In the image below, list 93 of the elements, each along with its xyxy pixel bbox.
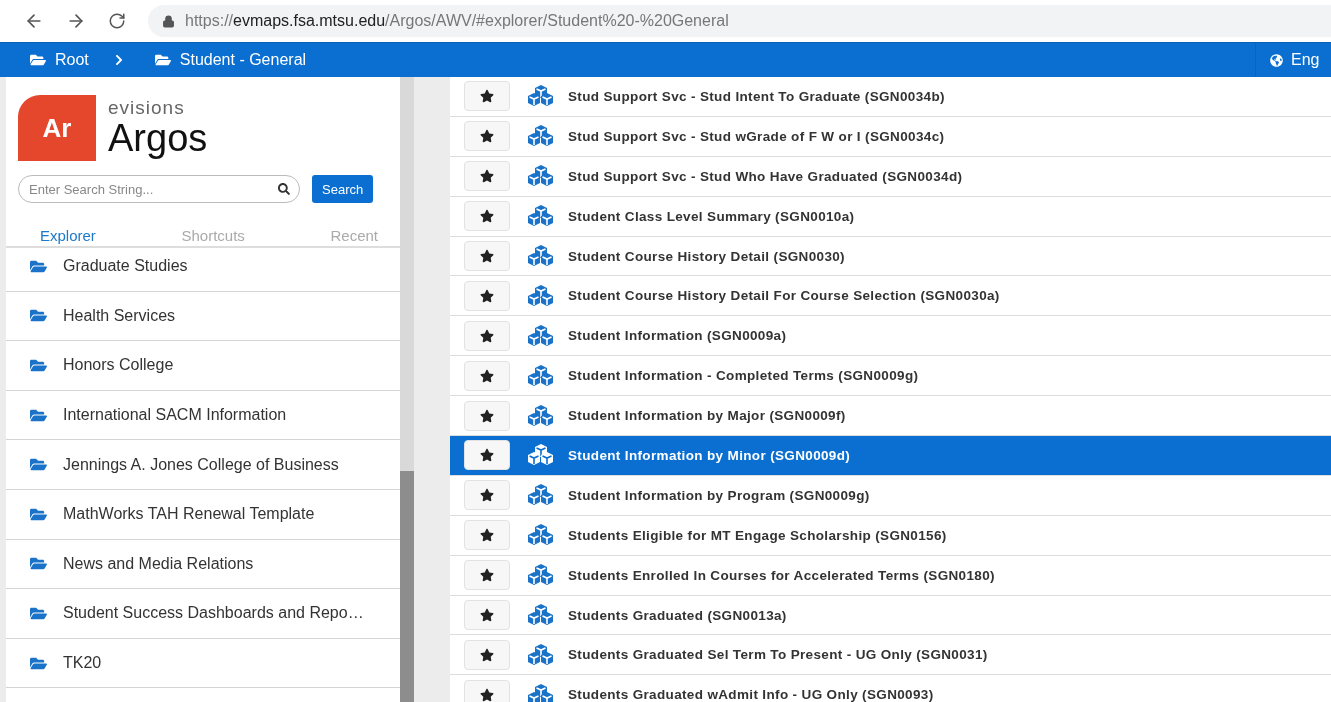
folder-name[interactable]: International SACM Information	[63, 406, 287, 425]
scrollbar-thumb[interactable]	[400, 471, 414, 702]
brand-name: evisions	[108, 98, 186, 118]
cubes-icon	[528, 564, 554, 587]
report-name: Student Course History Detail For Course Selection (SGN0030a)	[568, 288, 1000, 304]
address-bar[interactable]: https://evmaps.fsa.mtsu.edu/Argos/AWV/#explorer/Student%20-%20General	[148, 5, 1331, 37]
cubes-icon	[528, 404, 554, 427]
reload-button[interactable]	[108, 12, 126, 30]
breadcrumb-link[interactable]: Student - General	[154, 51, 307, 69]
star-icon	[480, 647, 494, 662]
favorite-button[interactable]	[464, 161, 510, 192]
cubes-icon	[528, 324, 554, 347]
search-button[interactable]: Search	[312, 175, 374, 203]
cubes-icon	[528, 604, 554, 626]
report-name: Stud Support Svc - Stud Who Have Graduated (SGN0034d)	[568, 168, 963, 184]
cubes-icon	[528, 524, 554, 547]
cubes-icon	[528, 444, 554, 467]
star-icon	[480, 528, 494, 543]
favorite-button[interactable]	[464, 679, 510, 702]
folder-name[interactable]: Graduate Studies	[63, 257, 188, 276]
star-icon	[480, 129, 494, 144]
report-name: Students Graduated wAdmit Info - UG Only (SGN0093)	[568, 687, 934, 702]
star-icon	[480, 249, 494, 263]
cubes-icon	[528, 165, 554, 188]
favorite-button[interactable]	[464, 480, 510, 511]
cubes-icon	[528, 85, 554, 108]
star-icon	[480, 368, 494, 383]
star-icon	[480, 89, 494, 104]
cubes-icon	[528, 205, 554, 228]
tab[interactable]: Explorer	[40, 227, 96, 244]
favorite-button[interactable]	[464, 360, 510, 391]
report-name: Student Information by Major (SGN0009f)	[568, 408, 846, 424]
report-name: Student Information by Program (SGN0009g)	[568, 487, 870, 503]
scrollbar[interactable]	[400, 77, 414, 702]
cubes-icon	[528, 125, 554, 148]
folder-name[interactable]: Student Success Dashboards and Repo…	[63, 604, 364, 623]
favorite-button[interactable]	[464, 520, 510, 551]
report-name: Student Course History Detail (SGN0030)	[568, 248, 845, 264]
favorite-button[interactable]	[464, 639, 510, 670]
star-icon	[480, 608, 494, 622]
star-icon	[480, 209, 494, 224]
star-icon	[480, 568, 494, 583]
favorite-button[interactable]	[464, 560, 510, 591]
favorite-button[interactable]	[464, 201, 510, 232]
star-icon	[480, 288, 494, 303]
search-icon	[278, 183, 290, 195]
favorite-button[interactable]	[464, 81, 510, 112]
breadcrumb-link[interactable]: Root	[30, 51, 89, 69]
url-text: https://evmaps.fsa.mtsu.edu/Argos/AWV/#explorer/Student%20-%20General	[185, 12, 729, 30]
report-name: Stud Support Svc - Stud wGrade of F W or I (SGN0034c)	[568, 128, 945, 144]
report-name: Student Class Level Summary (SGN0010a)	[568, 208, 855, 224]
favorite-button[interactable]	[464, 121, 510, 152]
report-name: Students Graduated Sel Term To Present - UG Only (SGN0031)	[568, 647, 988, 663]
cubes-icon	[528, 484, 554, 507]
report-name: Stud Support Svc - Stud Intent To Graduate (SGN0034b)	[568, 88, 945, 104]
star-icon	[480, 448, 494, 463]
report-name: Student Information by Minor (SGN0009d)	[568, 447, 851, 463]
folder-name[interactable]: Jennings A. Jones College of Business	[63, 455, 339, 474]
search-field[interactable]: Enter Search String...	[18, 175, 300, 203]
folder-name[interactable]: TK20	[63, 654, 102, 673]
folder-icon	[30, 52, 46, 68]
folder-name[interactable]: Honors College	[63, 356, 174, 375]
favorite-button[interactable]	[464, 280, 510, 311]
cubes-icon	[528, 643, 554, 666]
star-icon	[480, 169, 494, 184]
favorite-button[interactable]	[464, 400, 510, 431]
lock-icon	[162, 14, 175, 28]
product-name: Argos	[108, 118, 208, 158]
report-name: Students Eligible for MT Engage Scholarship (SGN0156)	[568, 527, 947, 543]
report-name: Students Graduated (SGN0013a)	[568, 607, 787, 623]
star-icon	[480, 488, 494, 503]
report-name: Students Enrolled In Courses for Accelerated Terms (SGN0180)	[568, 567, 995, 583]
star-icon	[480, 687, 494, 702]
report-name: Student Information - Completed Terms (SGN0009g)	[568, 368, 919, 384]
folder-name[interactable]: Health Services	[63, 306, 176, 325]
cubes-icon	[528, 245, 554, 267]
cubes-icon	[528, 683, 554, 702]
report-name: Student Information (SGN0009a)	[568, 328, 787, 344]
favorite-button[interactable]	[464, 320, 510, 351]
logo-mark: Ar	[18, 95, 96, 161]
favorite-button[interactable]	[464, 440, 510, 471]
favorite-button[interactable]	[464, 600, 510, 630]
cubes-icon	[528, 364, 554, 387]
folder-icon	[30, 357, 47, 374]
report-row[interactable]: Student Information by Minor (SGN0009d)	[450, 436, 1331, 476]
folder-icon	[154, 52, 171, 68]
favorite-button[interactable]	[464, 241, 510, 271]
star-icon	[480, 408, 494, 423]
cubes-icon	[528, 284, 554, 307]
folder-name[interactable]: MathWorks TAH Renewal Template	[63, 505, 315, 524]
star-icon	[480, 328, 494, 343]
folder-name[interactable]: News and Media Relations	[63, 554, 254, 573]
globe-icon	[1270, 53, 1283, 67]
